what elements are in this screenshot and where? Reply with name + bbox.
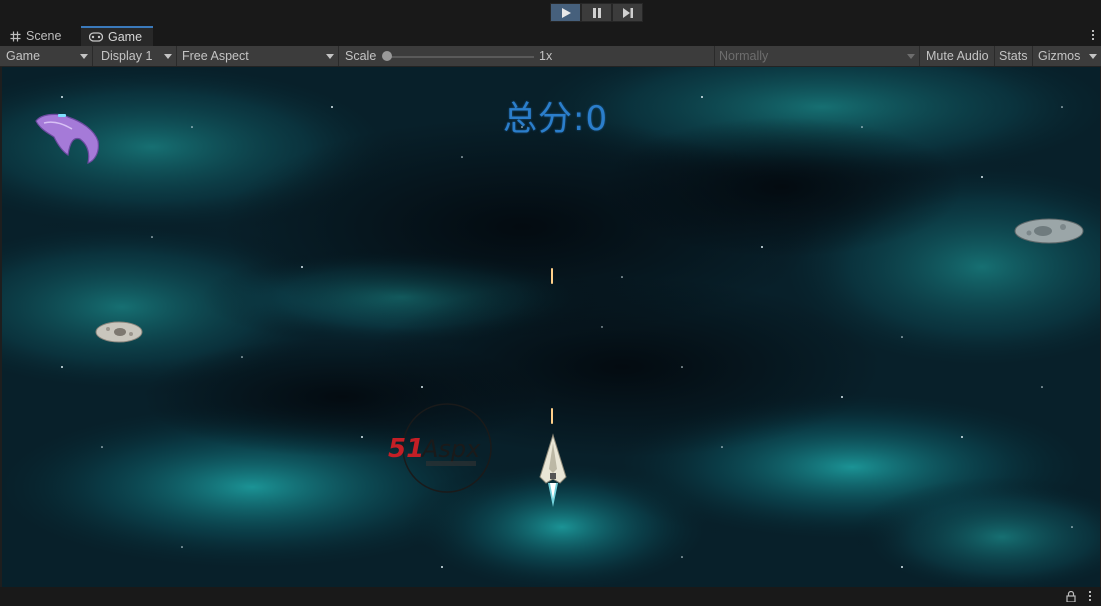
gizmos-toggle[interactable]: Gizmos <box>1032 46 1101 66</box>
tab-scene[interactable]: Scene <box>2 26 80 46</box>
play-controls <box>550 3 643 22</box>
pause-button[interactable] <box>581 3 612 22</box>
tab-scene-label: Scene <box>26 29 62 43</box>
scale-slider-track[interactable] <box>386 56 534 58</box>
player-ship <box>539 433 567 507</box>
view-select[interactable]: Game <box>0 46 93 66</box>
enemy-ship <box>35 113 99 164</box>
aspect-select-value: Free Aspect <box>182 49 249 63</box>
space-background <box>2 67 1100 587</box>
asteroid <box>95 321 143 343</box>
display-select-value: Display 1 <box>101 49 153 63</box>
tab-game-label: Game <box>108 30 143 44</box>
game-toolbar: Game Display 1 Free Aspect Scale 1x Norm… <box>0 46 1101 67</box>
step-icon <box>622 7 633 18</box>
play-controls-bar <box>0 0 1101 26</box>
mute-audio-label: Mute Audio <box>926 49 989 63</box>
watermark-text-51: 51 <box>388 434 424 464</box>
display-select[interactable]: Display 1 <box>95 46 177 66</box>
chevron-down-icon <box>326 54 334 59</box>
grid-icon <box>10 31 21 41</box>
play-focus-value: Normally <box>719 49 769 63</box>
scale-value: 1x <box>539 49 553 63</box>
watermark-text-aspx: Aspx <box>420 435 481 463</box>
step-button[interactable] <box>612 3 643 22</box>
view-select-value: Game <box>6 49 41 63</box>
tab-menu-icon[interactable] <box>1091 29 1095 43</box>
tab-game[interactable]: Game <box>81 26 153 46</box>
chevron-down-icon <box>1089 54 1097 59</box>
game-viewport[interactable]: 51 Aspx 总分:0 <box>2 67 1100 587</box>
stats-toggle[interactable]: Stats <box>993 46 1033 66</box>
aspect-select[interactable]: Free Aspect <box>176 46 339 66</box>
scale-label: Scale <box>345 49 377 63</box>
gamepad-icon <box>89 32 103 42</box>
play-focus-select[interactable]: Normally <box>713 46 920 66</box>
mute-audio-toggle[interactable]: Mute Audio <box>920 46 995 66</box>
bullet <box>551 268 553 284</box>
tab-strip: Scene Game <box>0 26 1101 46</box>
chevron-down-icon <box>907 54 915 59</box>
stats-label: Stats <box>999 49 1028 63</box>
lock-icon[interactable] <box>1066 591 1076 602</box>
bullet <box>551 408 553 424</box>
gizmos-label: Gizmos <box>1038 49 1081 63</box>
asteroid <box>1014 218 1084 244</box>
play-button[interactable] <box>550 3 581 22</box>
chevron-down-icon <box>164 54 172 59</box>
pause-icon <box>592 7 601 18</box>
scale-slider-thumb[interactable] <box>382 51 392 61</box>
status-bar <box>0 587 1101 606</box>
play-icon <box>561 7 571 18</box>
score-display: 总分:0 <box>503 99 609 139</box>
chevron-down-icon <box>80 54 88 59</box>
watermark-logo: 51 Aspx <box>388 403 492 493</box>
status-menu-icon[interactable] <box>1088 591 1092 603</box>
